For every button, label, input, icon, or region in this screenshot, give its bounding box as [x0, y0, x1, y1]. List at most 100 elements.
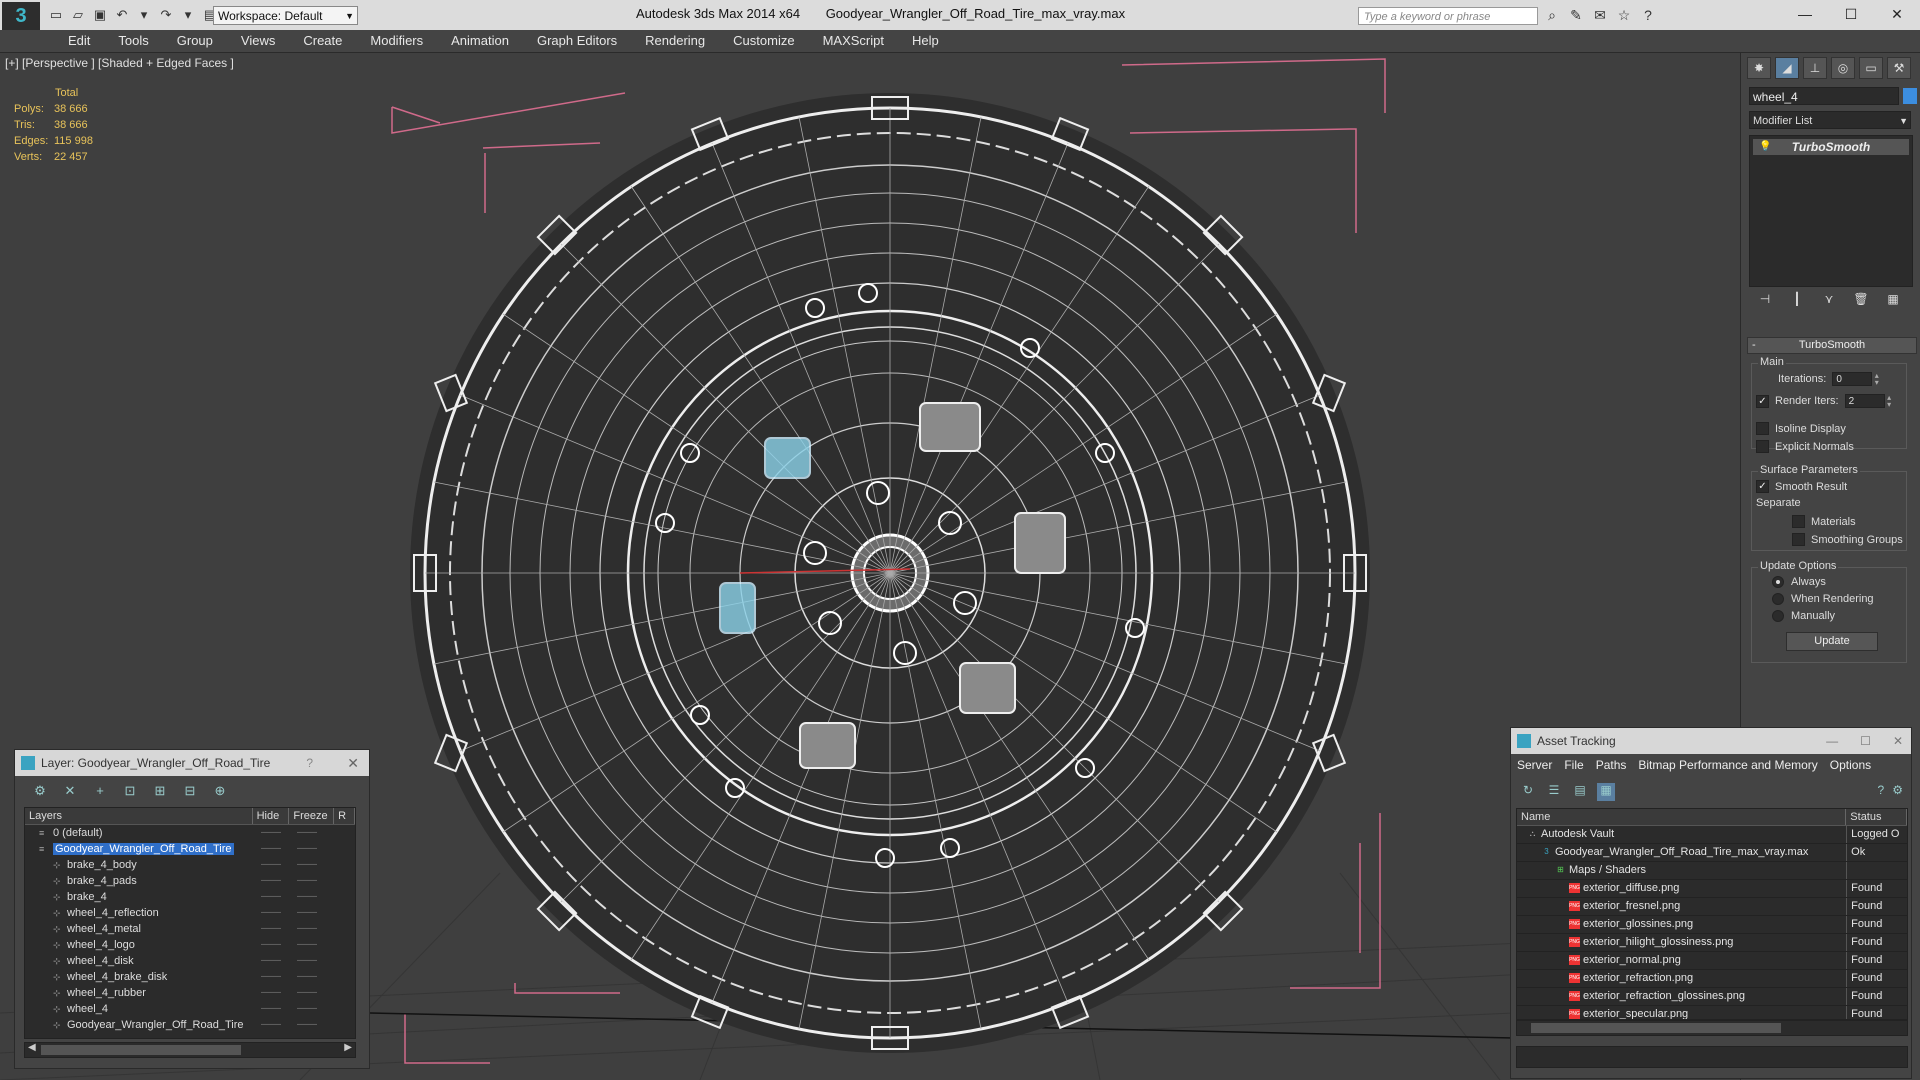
column-status[interactable]: Status	[1846, 809, 1907, 825]
asset-row[interactable]: PNG exterior_diffuse.png Found	[1517, 880, 1907, 898]
save-icon[interactable]: ▣	[92, 7, 108, 23]
menu-item-create[interactable]: Create	[289, 33, 356, 48]
always-radio[interactable]	[1772, 576, 1784, 588]
search-input[interactable]: Type a keyword or phrase	[1358, 7, 1538, 25]
redo-icon[interactable]: ↷	[158, 7, 174, 23]
when-rendering-radio[interactable]	[1772, 593, 1784, 605]
hide-toggle[interactable]: ——	[253, 985, 289, 1001]
layer-horizontal-scrollbar[interactable]: ◀ ▶	[24, 1042, 356, 1058]
list-view-icon[interactable]: ☰	[1545, 783, 1563, 801]
freeze-toggle[interactable]: ——	[289, 985, 325, 1001]
open-file-icon[interactable]: ▱	[70, 7, 86, 23]
hide-toggle[interactable]: ——	[253, 953, 289, 969]
freeze-toggle[interactable]: ——	[289, 921, 325, 937]
asset-menu-options[interactable]: Options	[1830, 758, 1871, 772]
motion-tab-icon[interactable]: ◎	[1831, 57, 1855, 79]
smoothing-groups-checkbox[interactable]	[1792, 533, 1805, 546]
iterations-spinner[interactable]: 0	[1832, 371, 1883, 386]
star-icon[interactable]: ☆	[1616, 7, 1632, 24]
hide-toggle[interactable]: ——	[253, 873, 289, 889]
menu-item-modifiers[interactable]: Modifiers	[356, 33, 437, 48]
scroll-left-icon[interactable]: ◀	[28, 1042, 36, 1053]
settings-icon[interactable]: ⚙	[1892, 783, 1903, 797]
display-tab-icon[interactable]: ▭	[1859, 57, 1883, 79]
new-layer-icon[interactable]: +	[91, 783, 109, 801]
workspace-dropdown[interactable]: Workspace: Default ▼	[213, 6, 358, 25]
menu-item-help[interactable]: Help	[898, 33, 953, 48]
freeze-toggle[interactable]: ——	[289, 873, 325, 889]
turbosmooth-rollout-header[interactable]: - TurboSmooth	[1747, 337, 1917, 354]
asset-row[interactable]: PNG exterior_normal.png Found	[1517, 952, 1907, 970]
modifier-stack-item[interactable]: 💡 TurboSmooth	[1753, 139, 1909, 155]
asset-menu-paths[interactable]: Paths	[1596, 758, 1627, 772]
layer-row[interactable]: ⊹ wheel_4_rubber —— ——	[25, 985, 355, 1001]
isoline-checkbox[interactable]	[1756, 422, 1769, 435]
create-tab-icon[interactable]: ✸	[1747, 57, 1771, 79]
asset-row[interactable]: PNG exterior_hilight_glossiness.png Found	[1517, 934, 1907, 952]
asset-menu-server[interactable]: Server	[1517, 758, 1552, 772]
menu-item-customize[interactable]: Customize	[719, 33, 808, 48]
column-freeze[interactable]: Freeze	[289, 808, 335, 824]
menu-item-views[interactable]: Views	[227, 33, 289, 48]
communication-icon[interactable]: ✉	[1592, 7, 1608, 24]
asset-row[interactable]: ⛬ Autodesk Vault Logged O	[1517, 826, 1907, 844]
layer-row[interactable]: ⊹ wheel_4_metal —— ——	[25, 921, 355, 937]
layer-row[interactable]: ≡ Goodyear_Wrangler_Off_Road_Tire —— ——	[25, 841, 355, 857]
modify-tab-icon[interactable]: ◢	[1775, 57, 1799, 79]
lightbulb-icon[interactable]: 💡	[1759, 139, 1771, 155]
scrollbar-thumb[interactable]	[41, 1045, 241, 1055]
scroll-right-icon[interactable]: ▶	[344, 1042, 352, 1053]
asset-row[interactable]: PNG exterior_specular.png Found	[1517, 1006, 1907, 1019]
asset-row[interactable]: PNG exterior_refraction_glossines.png Foun…	[1517, 988, 1907, 1006]
redo-dropdown-icon[interactable]: ▾	[180, 7, 196, 23]
update-button[interactable]: Update	[1786, 632, 1878, 651]
materials-checkbox[interactable]	[1792, 515, 1805, 528]
subscription-icon[interactable]: ✎	[1568, 7, 1584, 24]
render-iters-checkbox[interactable]: ✓	[1756, 394, 1769, 408]
close-icon[interactable]: ✕	[347, 750, 359, 776]
asset-menu-bitmap-performance-and-memory[interactable]: Bitmap Performance and Memory	[1638, 758, 1817, 772]
asset-row[interactable]: 3 Goodyear_Wrangler_Off_Road_Tire_max_vra…	[1517, 844, 1907, 862]
freeze-toggle[interactable]: ——	[289, 857, 325, 873]
remove-modifier-icon[interactable]: 🗑	[1851, 292, 1871, 310]
show-end-result-icon[interactable]: ┃	[1787, 292, 1807, 310]
layer-row[interactable]: ⊹ wheel_4_logo —— ——	[25, 937, 355, 953]
render-iters-spinner[interactable]: 2	[1844, 393, 1896, 408]
help-icon[interactable]: ?	[1640, 7, 1656, 24]
menu-item-rendering[interactable]: Rendering	[631, 33, 719, 48]
asset-row[interactable]: PNG exterior_fresnel.png Found	[1517, 898, 1907, 916]
make-unique-icon[interactable]: ⋎	[1819, 292, 1839, 310]
smooth-result-checkbox[interactable]: ✓	[1756, 480, 1769, 493]
app-menu-button[interactable]: 3	[2, 2, 40, 30]
help-icon[interactable]: ?	[1878, 783, 1885, 797]
hide-toggle[interactable]: ——	[253, 889, 289, 905]
undo-icon[interactable]: ↶	[114, 7, 130, 23]
explicit-normals-checkbox[interactable]	[1756, 440, 1769, 453]
object-name-field[interactable]: wheel_4	[1749, 87, 1899, 105]
undo-dropdown-icon[interactable]: ▾	[136, 7, 152, 23]
column-hide[interactable]: Hide	[253, 808, 290, 824]
refresh-icon[interactable]: ↻	[1519, 783, 1537, 801]
column-layers[interactable]: Layers	[25, 808, 253, 824]
minimize-icon[interactable]: —	[1782, 0, 1828, 28]
hide-toggle[interactable]: ——	[253, 825, 289, 841]
close-icon[interactable]: ✕	[1874, 0, 1920, 28]
manually-radio[interactable]	[1772, 610, 1784, 622]
minimize-icon[interactable]: —	[1826, 728, 1838, 754]
column-render[interactable]: R	[334, 808, 355, 824]
scrollbar-thumb[interactable]	[1531, 1023, 1781, 1033]
menu-item-animation[interactable]: Animation	[437, 33, 523, 48]
menu-item-graph-editors[interactable]: Graph Editors	[523, 33, 631, 48]
freeze-toggle[interactable]: ——	[289, 905, 325, 921]
hide-toggle[interactable]: ——	[253, 921, 289, 937]
freeze-toggle[interactable]: ——	[289, 825, 325, 841]
hide-toggle[interactable]: ——	[253, 905, 289, 921]
hide-toggle[interactable]: ——	[253, 969, 289, 985]
hide-toggle[interactable]: ——	[253, 857, 289, 873]
close-icon[interactable]: ✕	[1893, 728, 1903, 754]
layer-row[interactable]: ⊹ wheel_4 —— ——	[25, 1001, 355, 1017]
asset-row[interactable]: PNG exterior_refraction.png Found	[1517, 970, 1907, 988]
layer-row[interactable]: ⊹ brake_4 —— ——	[25, 889, 355, 905]
hide-toggle[interactable]: ——	[253, 937, 289, 953]
layer-row[interactable]: ⊹ wheel_4_disk —— ——	[25, 953, 355, 969]
